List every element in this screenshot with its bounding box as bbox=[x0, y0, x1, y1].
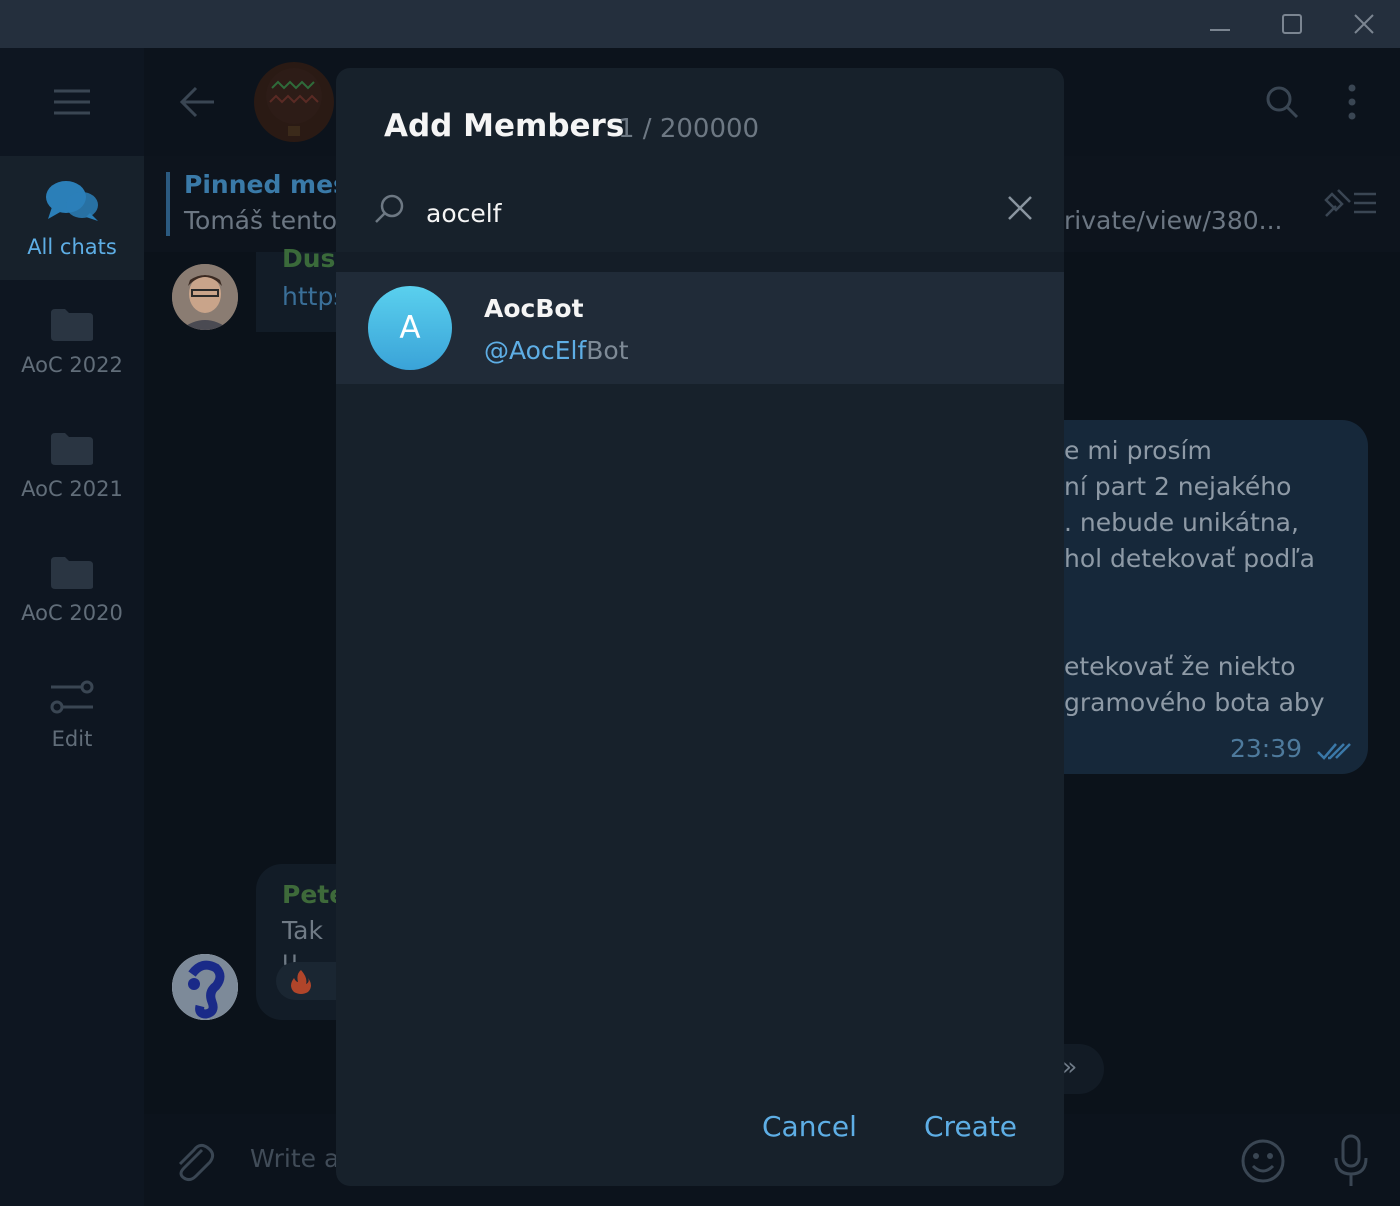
user-avatar[interactable] bbox=[172, 954, 238, 1020]
member-count: 1 / 200000 bbox=[618, 114, 760, 144]
maximize-button[interactable] bbox=[1256, 0, 1328, 48]
result-avatar: A bbox=[368, 286, 452, 370]
dialog-title: Add Members bbox=[384, 108, 625, 144]
message-bubble: Pete Tak u bbox=[256, 864, 356, 1020]
close-window-button[interactable] bbox=[1328, 0, 1400, 48]
balloon-logo-icon bbox=[266, 68, 322, 136]
create-button[interactable]: Create bbox=[924, 1110, 1017, 1143]
folder-label: Edit bbox=[51, 727, 93, 751]
message-input[interactable]: Write a bbox=[250, 1144, 339, 1173]
search-input[interactable] bbox=[426, 190, 946, 236]
double-check-icon bbox=[1317, 743, 1351, 760]
close-icon bbox=[1354, 14, 1374, 34]
message-line: e mi prosím bbox=[1064, 436, 1212, 465]
main-menu-button[interactable] bbox=[0, 48, 144, 156]
folder-icon bbox=[51, 309, 93, 341]
minimize-button[interactable] bbox=[1184, 0, 1256, 48]
hamburger-icon bbox=[54, 89, 90, 115]
search-result-row[interactable]: A AocBot @AocElfBot bbox=[336, 272, 1064, 384]
folder-label: AoC 2021 bbox=[21, 477, 123, 501]
window-titlebar bbox=[0, 0, 1400, 48]
own-message-bubble: e mi prosím ní part 2 nejakého . nebude … bbox=[1064, 420, 1368, 774]
handle-rest: Bot bbox=[586, 336, 629, 365]
maximize-icon bbox=[1282, 14, 1302, 34]
divider bbox=[336, 252, 1064, 272]
message-line: etekovať že niekto bbox=[1064, 652, 1296, 681]
message-line: ní part 2 nejakého bbox=[1064, 472, 1292, 501]
folder-icon bbox=[51, 433, 93, 465]
microphone-icon[interactable] bbox=[1332, 1134, 1370, 1188]
handle-match: @AocElf bbox=[484, 336, 587, 365]
folder-aoc-2020[interactable]: AoC 2020 bbox=[0, 528, 144, 652]
folder-aoc-2021[interactable]: AoC 2021 bbox=[0, 404, 144, 528]
folder-icon bbox=[51, 557, 93, 589]
add-members-dialog: Add Members 1 / 200000 A AocBot @AocElfB… bbox=[336, 68, 1064, 1186]
result-name: AocBot bbox=[484, 294, 584, 323]
folder-aoc-2022[interactable]: AoC 2022 bbox=[0, 280, 144, 404]
message-line: gramového bota aby bbox=[1064, 688, 1325, 717]
folder-all-chats[interactable]: All chats bbox=[0, 156, 144, 280]
pinned-text: Tomáš tento bbox=[184, 206, 338, 235]
attach-icon[interactable] bbox=[172, 1140, 216, 1184]
minimize-icon bbox=[1210, 29, 1230, 31]
search-icon bbox=[375, 194, 404, 223]
folders-sidebar: All chats AoC 2022 AoC 2021 AoC 2020 Edi… bbox=[0, 48, 144, 1206]
folder-label: AoC 2020 bbox=[21, 601, 123, 625]
pin-list-icon[interactable] bbox=[1322, 186, 1378, 220]
more-vertical-icon[interactable] bbox=[1340, 84, 1364, 120]
pinned-link-tail: rivate/view/380... bbox=[1064, 206, 1283, 235]
edit-sliders-icon bbox=[50, 680, 94, 714]
back-arrow-icon[interactable] bbox=[178, 86, 216, 118]
group-avatar[interactable] bbox=[254, 62, 334, 142]
scroll-down-icon: » bbox=[1062, 1052, 1078, 1081]
user-avatar[interactable] bbox=[172, 264, 238, 330]
message-line: . nebude unikátna, bbox=[1064, 508, 1299, 537]
pinned-indicator bbox=[166, 172, 170, 236]
result-handle: @AocElfBot bbox=[484, 336, 629, 365]
person-photo-icon bbox=[172, 264, 238, 330]
search-row bbox=[336, 180, 1064, 252]
search-icon[interactable] bbox=[1264, 84, 1300, 120]
folder-label: All chats bbox=[27, 235, 117, 259]
chats-icon bbox=[46, 181, 98, 221]
message-bubble: Dusa https bbox=[256, 244, 352, 332]
fire-icon bbox=[291, 970, 311, 994]
message-line: hol detekovať podľa bbox=[1064, 544, 1315, 573]
folder-edit[interactable]: Edit bbox=[0, 652, 144, 776]
clear-search-icon[interactable] bbox=[1006, 194, 1034, 222]
folder-label: AoC 2022 bbox=[21, 353, 123, 377]
seahorse-icon bbox=[172, 954, 238, 1020]
emoji-icon[interactable] bbox=[1240, 1138, 1286, 1184]
cancel-button[interactable]: Cancel bbox=[762, 1110, 857, 1143]
message-time: 23:39 bbox=[1230, 734, 1303, 763]
